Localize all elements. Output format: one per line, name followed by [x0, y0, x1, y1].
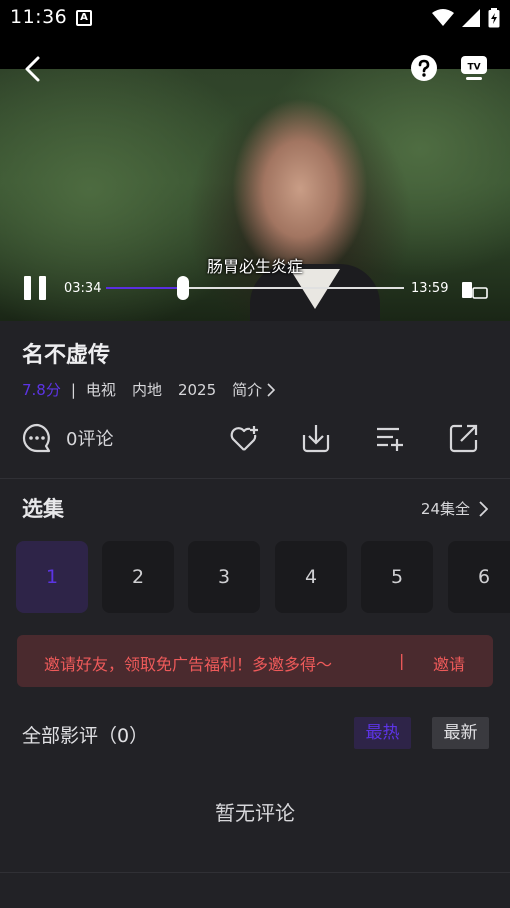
comment-count-label: 0评论 — [66, 429, 114, 450]
current-time: 03:34 — [64, 281, 102, 296]
intro-link[interactable]: 简介 — [232, 379, 276, 400]
total-time: 13:59 — [411, 281, 449, 296]
battery-icon — [488, 8, 500, 28]
invite-message: 邀请好友，领取免广告福利！多邀多得～ — [44, 655, 333, 674]
show-type: 电视 — [85, 381, 116, 399]
show-region: 内地 — [131, 381, 162, 399]
pause-icon[interactable] — [24, 276, 46, 300]
episode-item[interactable]: 4 — [275, 541, 347, 613]
svg-text:TV: TV — [467, 63, 480, 73]
empty-reviews-text: 暂无评论 — [215, 801, 295, 825]
episodes-title: 选集 — [22, 497, 64, 521]
rotate-screen-icon[interactable] — [461, 278, 489, 300]
chevron-right-icon — [267, 382, 276, 397]
bottom-divider — [0, 872, 510, 873]
progress-thumb[interactable] — [177, 276, 190, 300]
back-arrow-icon[interactable] — [22, 54, 44, 84]
comment-icon — [22, 423, 51, 453]
episode-item[interactable]: 3 — [188, 541, 260, 613]
wifi-icon — [432, 9, 454, 26]
sort-hot-button[interactable]: 最热 — [354, 717, 411, 749]
download-icon[interactable] — [301, 423, 331, 453]
chevron-right-icon — [479, 500, 488, 517]
episode-item[interactable]: 2 — [102, 541, 174, 613]
show-year: 2025 — [177, 380, 217, 399]
progress-track[interactable] — [106, 287, 404, 289]
share-icon[interactable] — [449, 423, 479, 453]
notification-a-icon: A — [76, 10, 92, 26]
episode-list: 1 2 3 4 5 6 — [16, 541, 510, 613]
favorite-add-icon[interactable] — [228, 423, 260, 455]
invite-banner[interactable]: 邀请好友，领取免广告福利！多邀多得～ | 邀请 — [17, 635, 493, 687]
show-meta: 7.8分 | 电视 内地 2025 简介 — [22, 379, 276, 400]
reviews-title: 全部影评（0） — [22, 725, 149, 747]
section-divider — [0, 478, 510, 479]
video-player[interactable]: TV 肠胃必生炎症 03:34 13:59 — [0, 36, 510, 321]
progress-fill — [106, 287, 184, 289]
episode-item[interactable]: 5 — [361, 541, 433, 613]
meta-separator: | — [70, 380, 76, 399]
playlist-add-icon[interactable] — [375, 423, 405, 453]
sort-new-button[interactable]: 最新 — [432, 717, 489, 749]
detail-panel: 名不虚传 7.8分 | 电视 内地 2025 简介 0评论 选集 24集全 1 … — [0, 321, 510, 908]
show-title: 名不虚传 — [22, 343, 111, 368]
episode-item[interactable]: 6 — [448, 541, 510, 613]
status-time: 11:36 — [10, 6, 68, 28]
episodes-total-label: 24集全 — [420, 500, 470, 518]
status-bar: 11:36 A — [0, 0, 510, 36]
tv-cast-icon[interactable]: TV — [460, 54, 488, 82]
playback-controls: 03:34 13:59 — [0, 274, 510, 304]
invite-button[interactable]: 邀请 — [433, 651, 465, 675]
episodes-all-link[interactable]: 24集全 — [421, 498, 488, 519]
intro-label: 简介 — [232, 381, 263, 399]
invite-separator: | — [399, 651, 405, 670]
score: 7.8分 — [22, 381, 61, 399]
comment-button[interactable]: 0评论 — [22, 423, 113, 453]
system-icons — [432, 8, 500, 28]
action-bar: 0评论 — [0, 419, 510, 459]
signal-icon — [462, 9, 480, 27]
episode-item[interactable]: 1 — [16, 541, 88, 613]
help-icon[interactable] — [410, 54, 438, 82]
